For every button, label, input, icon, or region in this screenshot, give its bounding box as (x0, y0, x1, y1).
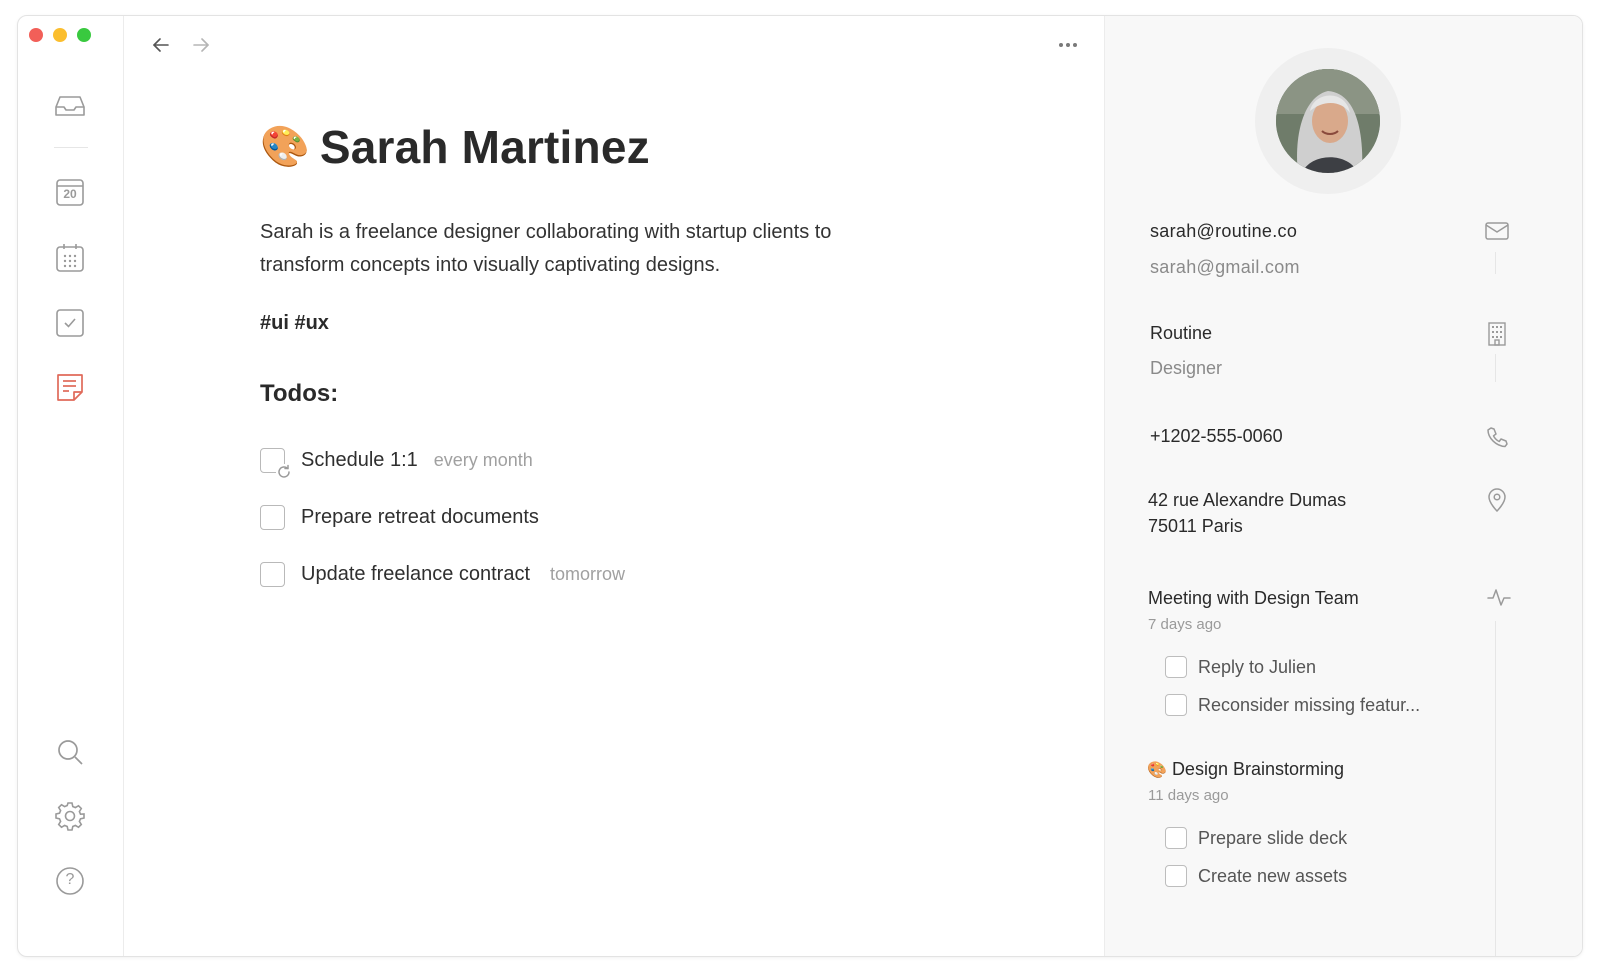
email-primary[interactable]: sarah@routine.co (1150, 221, 1297, 242)
address-line-1[interactable]: 42 rue Alexandre Dumas (1148, 490, 1346, 511)
palette-emoji-icon: 🎨 (1147, 762, 1167, 779)
todo-checkbox[interactable] (1165, 694, 1187, 716)
todo-checkbox[interactable] (260, 562, 285, 587)
divider-line (1495, 252, 1496, 274)
email-secondary[interactable]: sarah@gmail.com (1150, 257, 1300, 278)
page-header: 🎨 Sarah Martinez (260, 120, 650, 174)
ellipsis-icon (1059, 43, 1063, 47)
gear-icon (55, 802, 85, 831)
description-line: transform concepts into visually captiva… (260, 254, 721, 276)
phone-number[interactable]: +1202-555-0060 (1150, 426, 1283, 447)
activity-title: Design Brainstorming (1171, 759, 1345, 779)
todo-due-date: tomorrow (550, 564, 626, 584)
page-description[interactable]: Sarah is a freelance designer collaborat… (260, 216, 960, 282)
arrow-right-icon (193, 38, 209, 52)
avatar-photo (1276, 69, 1380, 173)
sidebar-item-inbox[interactable] (54, 90, 86, 122)
close-window-button[interactable] (29, 28, 43, 42)
todo-label: Prepare slide deck (1198, 827, 1348, 848)
note-icon (57, 374, 83, 401)
todo-item[interactable]: Schedule 1:1 every month (260, 448, 533, 480)
sidebar: 20 ? (18, 16, 124, 956)
divider-line (1495, 354, 1496, 382)
activity-title-cutoff (1147, 934, 1347, 940)
more-options-button[interactable] (1054, 36, 1082, 54)
sidebar-divider (54, 147, 88, 148)
repeat-icon (276, 464, 292, 480)
activity-todo-item[interactable]: Create new assets (1165, 865, 1347, 887)
phone-icon[interactable] (1485, 425, 1509, 449)
todo-checkbox[interactable] (1165, 865, 1187, 887)
todo-label: Create new assets (1198, 865, 1348, 886)
zoom-window-button[interactable] (77, 28, 91, 42)
back-button[interactable] (150, 34, 172, 56)
sidebar-item-settings[interactable] (54, 800, 86, 832)
todo-item[interactable]: Update freelance contract tomorrow (260, 562, 625, 587)
main-content: 🎨 Sarah Martinez Sarah is a freelance de… (124, 16, 1104, 956)
todo-recurrence: every month (433, 450, 533, 470)
forward-button[interactable] (190, 34, 212, 56)
sidebar-item-today[interactable]: 20 (54, 176, 86, 208)
sidebar-item-search[interactable] (54, 736, 86, 768)
todo-item[interactable]: Prepare retreat documents (260, 505, 539, 530)
activity-time: 11 days ago (1148, 787, 1229, 804)
todos-heading: Todos: (260, 380, 339, 407)
mail-icon[interactable] (1485, 219, 1509, 243)
company-name[interactable]: Routine (1150, 323, 1212, 344)
window-controls (29, 28, 91, 42)
todo-label: Update freelance contract (301, 563, 531, 585)
help-icon-label: ? (65, 871, 75, 888)
todo-checkbox[interactable] (260, 448, 292, 480)
activity-todo-item[interactable]: Reconsider missing featur... (1165, 694, 1420, 716)
tags[interactable]: #ui #ux (260, 312, 329, 335)
todo-label: Prepare retreat documents (301, 506, 539, 528)
location-pin-icon[interactable] (1485, 488, 1509, 512)
todo-label: Reply to Julien (1198, 656, 1317, 677)
todo-checkbox[interactable] (260, 505, 285, 530)
calendar-grid-icon (56, 244, 84, 272)
today-date-label: 20 (63, 187, 77, 201)
avatar[interactable] (1255, 48, 1401, 194)
timeline-line (1495, 621, 1496, 956)
app-window: 20 ? 🎨 Sarah Martinez Sarah is a freelan… (17, 15, 1583, 957)
inbox-icon (55, 96, 85, 116)
activity-title-row[interactable]: 🎨 Design Brainstorming (1147, 759, 1344, 780)
job-title[interactable]: Designer (1150, 358, 1222, 379)
todo-checkbox[interactable] (1165, 827, 1187, 849)
contact-panel: sarah@routine.co sarah@gmail.com Routine… (1104, 16, 1582, 956)
activity-title[interactable]: Meeting with Design Team (1148, 588, 1359, 609)
sidebar-item-calendar[interactable] (54, 242, 86, 274)
building-icon (1485, 322, 1509, 346)
activity-todo-item[interactable]: Reply to Julien (1165, 656, 1316, 678)
sidebar-item-notes[interactable] (54, 371, 86, 403)
sidebar-item-tasks[interactable] (54, 307, 86, 339)
todo-checkbox[interactable] (1165, 656, 1187, 678)
arrow-left-icon (153, 38, 169, 52)
activity-todo-item[interactable]: Prepare slide deck (1165, 827, 1347, 849)
activity-icon (1487, 585, 1511, 609)
page-title[interactable]: Sarah Martinez (320, 120, 650, 174)
description-line: Sarah is a freelance designer collaborat… (260, 221, 832, 243)
checkbox-icon (56, 309, 84, 337)
address-line-2[interactable]: 75011 Paris (1148, 516, 1243, 537)
activity-time: 7 days ago (1148, 616, 1222, 633)
todo-label: Schedule 1:1 (301, 449, 418, 471)
palette-emoji-icon: 🎨 (260, 125, 310, 169)
todo-label: Reconsider missing featur... (1198, 694, 1421, 715)
sidebar-item-help[interactable]: ? (54, 865, 86, 897)
search-icon (58, 740, 83, 765)
minimize-window-button[interactable] (53, 28, 67, 42)
